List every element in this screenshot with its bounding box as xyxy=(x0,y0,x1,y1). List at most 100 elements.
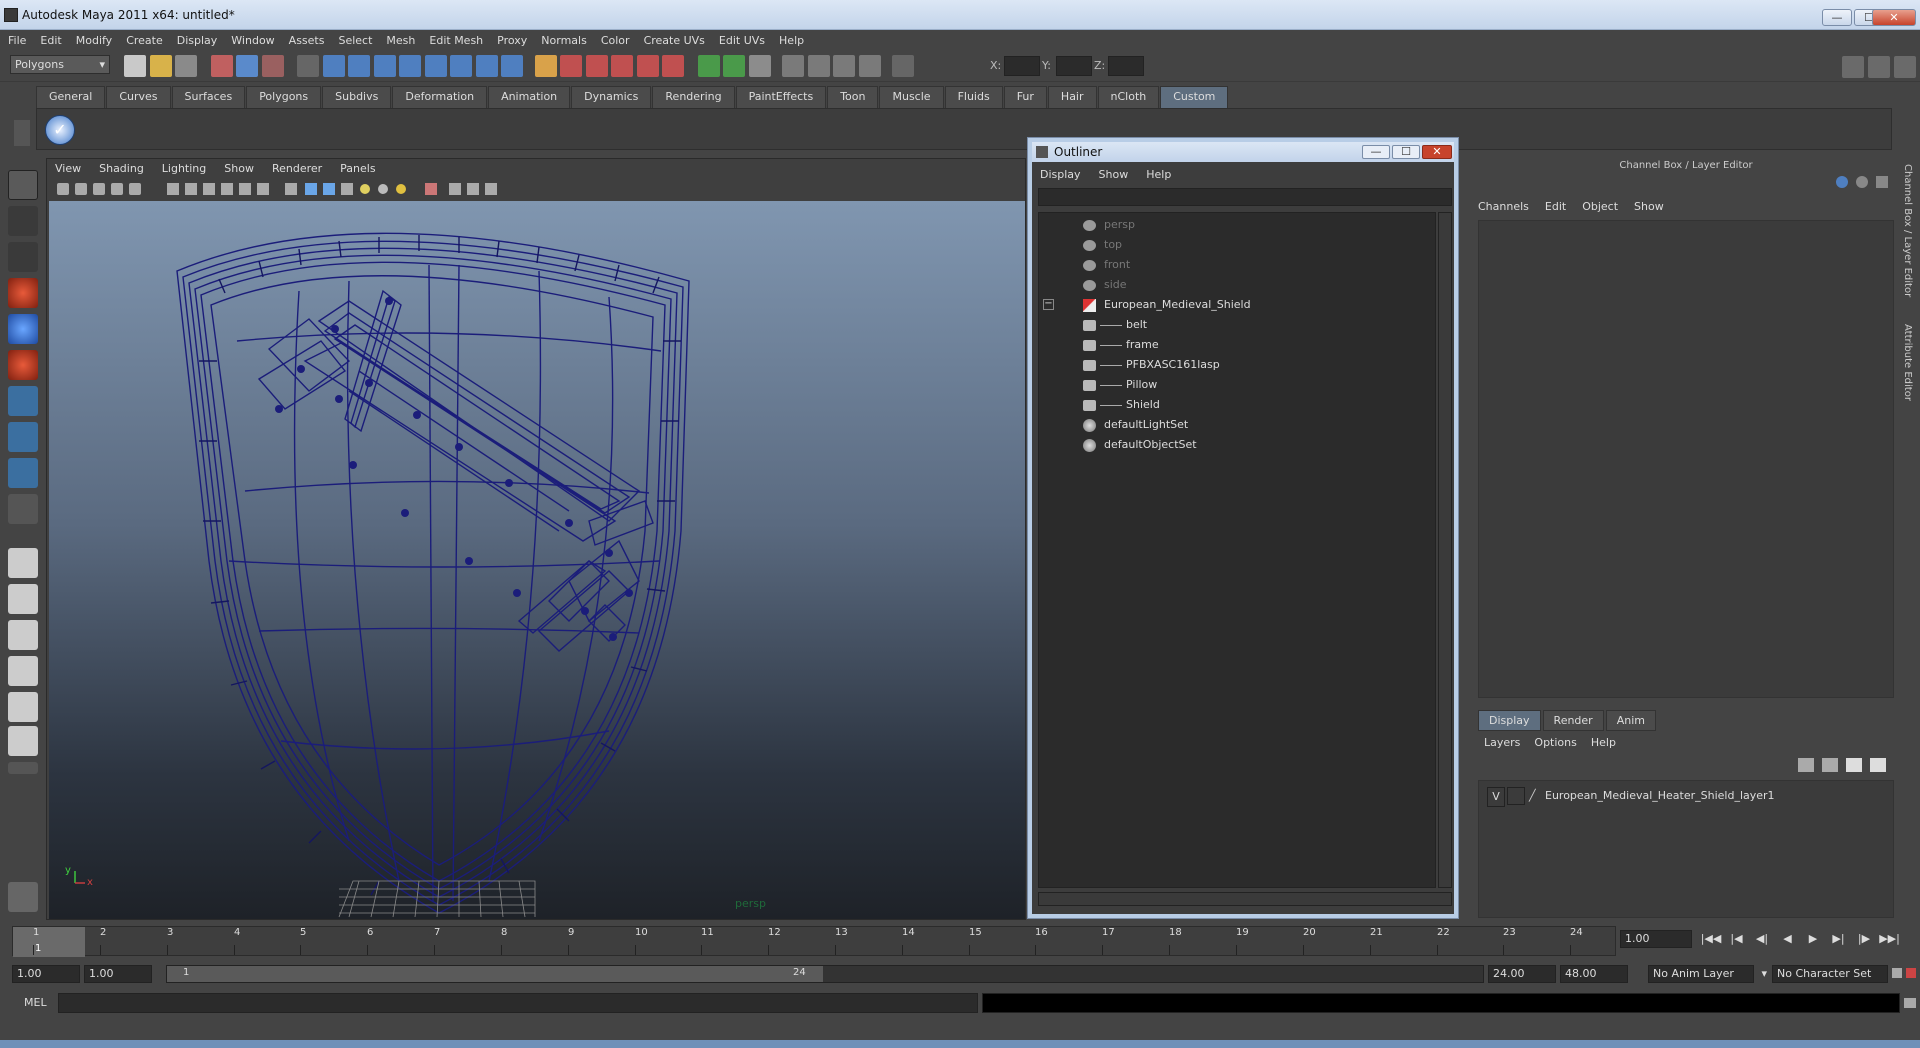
soft-modification-icon[interactable] xyxy=(8,422,38,452)
character-set-dropdown[interactable]: No Character Set xyxy=(1772,965,1888,983)
outliner-vertical-scrollbar[interactable] xyxy=(1438,212,1452,888)
menu-assets[interactable]: Assets xyxy=(289,34,325,47)
side-tab-channel-box[interactable]: Channel Box / Layer Editor xyxy=(1902,164,1913,297)
shelf-tab-fluids[interactable]: Fluids xyxy=(944,86,1003,108)
channel-box-menu-channels[interactable]: Channels xyxy=(1478,200,1529,213)
new-layer-icon[interactable] xyxy=(1798,758,1814,772)
channel-box-menu-object[interactable]: Object xyxy=(1582,200,1618,213)
menu-proxy[interactable]: Proxy xyxy=(497,34,527,47)
show-attribute-editor-icon[interactable] xyxy=(1842,56,1864,78)
shelf-tab-toon[interactable]: Toon xyxy=(827,86,879,108)
channel-box-options-icon[interactable] xyxy=(1836,176,1848,188)
select-deformations-icon[interactable] xyxy=(424,55,447,77)
shelf-tab-curves[interactable]: Curves xyxy=(106,86,171,108)
outliner-item[interactable]: defaultLightSet xyxy=(1083,415,1188,435)
layer-menu-options[interactable]: Options xyxy=(1534,736,1576,749)
layer-tab-anim[interactable]: Anim xyxy=(1605,710,1656,731)
single-perspective-layout-icon[interactable] xyxy=(8,548,38,578)
collapse-toggle-icon[interactable]: − xyxy=(1043,299,1054,310)
lock-selection-icon[interactable] xyxy=(297,55,319,77)
snap-curve-icon[interactable] xyxy=(585,55,608,77)
select-component-icon[interactable] xyxy=(261,55,284,77)
outliner-menu-show[interactable]: Show xyxy=(1099,168,1129,181)
menu-normals[interactable]: Normals xyxy=(541,34,587,47)
channel-box-area[interactable] xyxy=(1478,220,1894,698)
menu-color[interactable]: Color xyxy=(601,34,630,47)
move-down-layer-icon[interactable] xyxy=(1870,758,1886,772)
outliner-item[interactable]: side xyxy=(1083,275,1127,295)
outliner-titlebar[interactable]: Outliner — ☐ ✕ xyxy=(1032,142,1454,162)
shelf-tab-subdivs[interactable]: Subdivs xyxy=(322,86,392,108)
snap-grid-icon[interactable] xyxy=(560,55,582,77)
viewport-panel-icons[interactable] xyxy=(57,181,577,197)
outliner-item[interactable]: top xyxy=(1083,235,1122,255)
scale-tool-icon[interactable] xyxy=(8,350,38,380)
menu-edit-uvs[interactable]: Edit UVs xyxy=(719,34,765,47)
universal-manipulator-icon[interactable] xyxy=(8,386,38,416)
select-surfaces-icon[interactable] xyxy=(399,55,421,77)
checkmark-icon[interactable]: ✓ xyxy=(45,115,75,145)
viewport-menu-shading[interactable]: Shading xyxy=(99,162,144,175)
shelf-tab-painteffects[interactable]: PaintEffects xyxy=(735,86,827,108)
render-settings-icon[interactable] xyxy=(858,55,881,77)
z-field[interactable] xyxy=(1108,56,1144,76)
menu-mesh[interactable]: Mesh xyxy=(386,34,415,47)
channel-box-speed-icon[interactable] xyxy=(1856,176,1868,188)
layer-menu-help[interactable]: Help xyxy=(1591,736,1616,749)
shelf-tab-dynamics[interactable]: Dynamics xyxy=(571,86,652,108)
range-slider-handle[interactable]: 1 24 xyxy=(167,966,823,982)
layer-tab-display[interactable]: Display xyxy=(1478,710,1541,731)
current-time-field[interactable]: 1.00 xyxy=(1620,930,1692,948)
key-icon[interactable] xyxy=(1892,968,1902,978)
viewport-canvas[interactable]: y x persp xyxy=(49,201,1025,919)
outliner-filter-field[interactable] xyxy=(1038,188,1452,206)
show-manipulator-icon[interactable] xyxy=(8,458,38,488)
rotate-tool-icon[interactable] xyxy=(8,314,38,344)
menu-window[interactable]: Window xyxy=(231,34,274,47)
select-curves-icon[interactable] xyxy=(373,55,396,77)
y-field[interactable] xyxy=(1056,56,1092,76)
step-back-frame-button[interactable]: ◀| xyxy=(1751,932,1773,945)
outliner-menu-help[interactable]: Help xyxy=(1146,168,1171,181)
shelf-tab-general[interactable]: General xyxy=(36,86,106,108)
layout-menu-icon[interactable] xyxy=(8,762,38,774)
construction-history-icon[interactable] xyxy=(748,55,771,77)
shelf-tab-hair[interactable]: Hair xyxy=(1047,86,1097,108)
outliner-item[interactable]: frame xyxy=(1083,335,1159,355)
shelf-tab-custom[interactable]: Custom xyxy=(1160,86,1229,108)
shelf-tab-animation[interactable]: Animation xyxy=(488,86,571,108)
select-rendering-icon[interactable] xyxy=(475,55,498,77)
time-slider[interactable]: 1 1 2 3 4 5 6 7 8 9 10 11 12 13 14 15 16 17 18 19 20 21 22 23 2… xyxy=(12,926,1616,957)
open-scene-icon[interactable] xyxy=(149,55,172,77)
four-view-layout-icon[interactable] xyxy=(8,584,38,614)
outliner-close-button[interactable]: ✕ xyxy=(1422,145,1452,159)
layer-row[interactable]: V ╱ European_Medieval_Heater_Shield_laye… xyxy=(1485,787,1889,807)
shelf-tab-surfaces[interactable]: Surfaces xyxy=(171,86,246,108)
shelf-menu-icon[interactable] xyxy=(14,120,30,146)
menu-help[interactable]: Help xyxy=(779,34,804,47)
select-dynamics-icon[interactable] xyxy=(450,55,472,77)
step-back-key-button[interactable]: |◀ xyxy=(1726,932,1748,945)
new-layer-selected-icon[interactable] xyxy=(1822,758,1838,772)
ipr-render-icon[interactable] xyxy=(833,55,855,77)
persp-hypershade-layout-icon[interactable] xyxy=(8,692,38,722)
menu-set-dropdown[interactable]: Polygons ▾ xyxy=(10,55,110,74)
close-button[interactable]: ✕ xyxy=(1872,9,1916,26)
input-history-icon[interactable] xyxy=(697,55,720,77)
outliner-item[interactable]: defaultObjectSet xyxy=(1083,435,1197,455)
channel-box-menu-show[interactable]: Show xyxy=(1634,200,1664,213)
snap-point-icon[interactable] xyxy=(611,55,633,77)
outliner-item[interactable]: persp xyxy=(1083,215,1135,235)
mel-input[interactable] xyxy=(58,993,978,1013)
outliner-item[interactable]: Shield xyxy=(1083,395,1160,415)
layer-type-toggle[interactable] xyxy=(1507,787,1525,805)
render-view-icon[interactable] xyxy=(782,55,804,77)
step-forward-key-button[interactable]: |▶ xyxy=(1853,932,1875,945)
snap-live-icon[interactable] xyxy=(662,55,684,77)
move-up-layer-icon[interactable] xyxy=(1846,758,1862,772)
menu-edit-mesh[interactable]: Edit Mesh xyxy=(429,34,483,47)
go-to-start-button[interactable]: |◀◀ xyxy=(1700,932,1722,945)
playback-start-field[interactable]: 1.00 xyxy=(84,965,152,983)
outliner-item[interactable]: Pillow xyxy=(1083,375,1157,395)
x-field[interactable] xyxy=(1004,56,1040,76)
